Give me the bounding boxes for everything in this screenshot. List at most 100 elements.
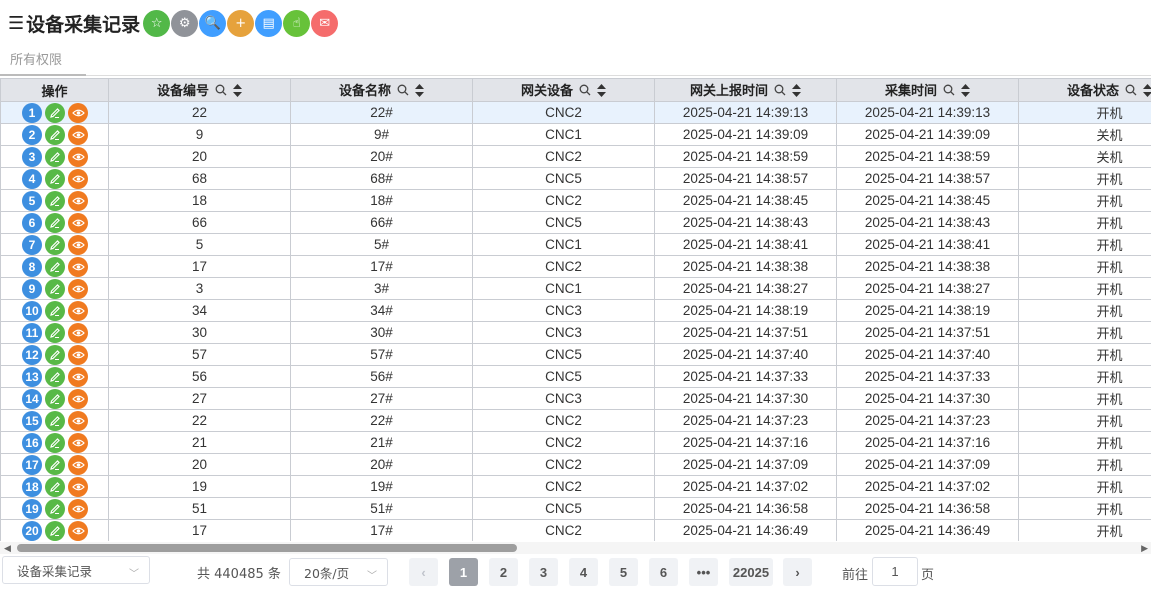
table-row[interactable]: 17 20 20# CNC2 2025-04-21 14:37:09 2025-04-21… xyxy=(0,453,1151,476)
view-button[interactable] xyxy=(68,498,88,519)
search-icon[interactable] xyxy=(774,84,786,100)
table-row[interactable]: 19 51 51# CNC5 2025-04-21 14:36:58 2025-04-21… xyxy=(0,497,1151,520)
edit-button[interactable] xyxy=(45,168,65,189)
table-row[interactable]: 8 17 17# CNC2 2025-04-21 14:38:38 2025-04-21 … xyxy=(0,255,1151,278)
edit-button[interactable] xyxy=(45,388,65,409)
column-header-status[interactable]: 设备状态 xyxy=(1018,78,1151,102)
add-button[interactable]: + xyxy=(227,9,255,37)
scroll-left-icon[interactable]: ◀ xyxy=(4,543,11,554)
view-button[interactable] xyxy=(68,190,88,211)
table-row[interactable]: 12 57 57# CNC5 2025-04-21 14:37:40 2025-04-21… xyxy=(0,343,1151,366)
touch-button[interactable]: ☝ xyxy=(283,9,311,37)
search-icon[interactable] xyxy=(215,84,227,100)
search-icon[interactable] xyxy=(943,84,955,100)
edit-button[interactable] xyxy=(45,432,65,453)
edit-button[interactable] xyxy=(45,102,65,123)
view-button[interactable] xyxy=(68,432,88,453)
table-row[interactable]: 1 22 22# CNC2 2025-04-21 14:39:13 2025-04-21 … xyxy=(0,101,1151,124)
table-row[interactable]: 15 22 22# CNC2 2025-04-21 14:37:23 2025-04-21… xyxy=(0,409,1151,432)
view-button[interactable] xyxy=(68,168,88,189)
edit-button[interactable] xyxy=(45,498,65,519)
view-button[interactable] xyxy=(68,212,88,233)
scroll-right-icon[interactable]: ▶ xyxy=(1141,543,1148,554)
menu-icon[interactable]: ☰ xyxy=(8,13,24,34)
page-button-2[interactable]: 2 xyxy=(489,558,518,586)
export-button[interactable]: ▤ xyxy=(255,9,283,37)
search-icon[interactable] xyxy=(397,84,409,100)
table-row[interactable]: 2 9 9# CNC1 2025-04-21 14:39:09 2025-04-21 14… xyxy=(0,123,1151,146)
view-button[interactable] xyxy=(68,102,88,123)
column-header-gateway[interactable]: 网关设备 xyxy=(472,78,655,102)
table-row[interactable]: 9 3 3# CNC1 2025-04-21 14:38:27 2025-04-21 14… xyxy=(0,277,1151,300)
sort-icon[interactable] xyxy=(961,83,970,100)
more-pages-button[interactable]: ••• xyxy=(689,558,718,586)
page-button-1[interactable]: 1 xyxy=(449,558,478,586)
view-button[interactable] xyxy=(68,124,88,145)
horizontal-scrollbar[interactable]: ◀ ▶ xyxy=(0,542,1151,554)
table-row[interactable]: 7 5 5# CNC1 2025-04-21 14:38:41 2025-04-21 14… xyxy=(0,233,1151,256)
view-button[interactable] xyxy=(68,388,88,409)
sort-icon[interactable] xyxy=(792,83,801,100)
view-button[interactable] xyxy=(68,520,88,541)
edit-button[interactable] xyxy=(45,234,65,255)
prev-page-button[interactable]: ‹ xyxy=(409,558,438,586)
message-button[interactable]: ✉ xyxy=(311,9,339,37)
edit-button[interactable] xyxy=(45,256,65,277)
scrollbar-thumb[interactable] xyxy=(17,544,517,552)
page-button-22025[interactable]: 22025 xyxy=(729,558,773,586)
goto-page-input[interactable] xyxy=(872,557,918,586)
view-button[interactable] xyxy=(68,454,88,475)
edit-button[interactable] xyxy=(45,190,65,211)
view-button[interactable] xyxy=(68,146,88,167)
view-button[interactable] xyxy=(68,322,88,343)
favorite-button[interactable]: ☆ xyxy=(143,9,171,37)
page-button-4[interactable]: 4 xyxy=(569,558,598,586)
view-select[interactable]: 设备采集记录 ﹀ xyxy=(2,556,150,584)
search-button[interactable]: 🔍 xyxy=(199,9,227,37)
view-button[interactable] xyxy=(68,410,88,431)
edit-button[interactable] xyxy=(45,146,65,167)
page-button-6[interactable]: 6 xyxy=(649,558,678,586)
edit-button[interactable] xyxy=(45,366,65,387)
settings-button[interactable]: ⚙ xyxy=(171,9,199,37)
page-size-select[interactable]: 20条/页 ﹀ xyxy=(289,558,388,586)
edit-button[interactable] xyxy=(45,300,65,321)
view-button[interactable] xyxy=(68,234,88,255)
table-row[interactable]: 6 66 66# CNC5 2025-04-21 14:38:43 2025-04-21 … xyxy=(0,211,1151,234)
edit-button[interactable] xyxy=(45,322,65,343)
table-row[interactable]: 20 17 17# CNC2 2025-04-21 14:36:49 2025-04-21… xyxy=(0,519,1151,541)
search-icon[interactable] xyxy=(1125,84,1137,100)
column-header-report-time[interactable]: 网关上报时间 xyxy=(654,78,837,102)
edit-button[interactable] xyxy=(45,278,65,299)
view-button[interactable] xyxy=(68,476,88,497)
column-header-device-name[interactable]: 设备名称 xyxy=(290,78,473,102)
sort-icon[interactable] xyxy=(1143,83,1151,100)
table-row[interactable]: 18 19 19# CNC2 2025-04-21 14:37:02 2025-04-21… xyxy=(0,475,1151,498)
edit-button[interactable] xyxy=(45,476,65,497)
edit-button[interactable] xyxy=(45,520,65,541)
next-page-button[interactable]: › xyxy=(783,558,812,586)
view-button[interactable] xyxy=(68,256,88,277)
edit-button[interactable] xyxy=(45,344,65,365)
table-row[interactable]: 5 18 18# CNC2 2025-04-21 14:38:45 2025-04-21 … xyxy=(0,189,1151,212)
page-button-5[interactable]: 5 xyxy=(609,558,638,586)
view-button[interactable] xyxy=(68,366,88,387)
table-row[interactable]: 14 27 27# CNC3 2025-04-21 14:37:30 2025-04-21… xyxy=(0,387,1151,410)
table-row[interactable]: 10 34 34# CNC3 2025-04-21 14:38:19 2025-04-21… xyxy=(0,299,1151,322)
edit-button[interactable] xyxy=(45,454,65,475)
edit-button[interactable] xyxy=(45,410,65,431)
sort-icon[interactable] xyxy=(597,83,606,100)
sort-icon[interactable] xyxy=(415,83,424,100)
sort-icon[interactable] xyxy=(233,83,242,100)
column-header-device-no[interactable]: 设备编号 xyxy=(108,78,291,102)
table-row[interactable]: 16 21 21# CNC2 2025-04-21 14:37:16 2025-04-21… xyxy=(0,431,1151,454)
edit-button[interactable] xyxy=(45,212,65,233)
view-button[interactable] xyxy=(68,344,88,365)
column-header-collect-time[interactable]: 采集时间 xyxy=(836,78,1019,102)
page-button-3[interactable]: 3 xyxy=(529,558,558,586)
view-button[interactable] xyxy=(68,300,88,321)
table-row[interactable]: 11 30 30# CNC3 2025-04-21 14:37:51 2025-04-21… xyxy=(0,321,1151,344)
search-icon[interactable] xyxy=(579,84,591,100)
edit-button[interactable] xyxy=(45,124,65,145)
table-row[interactable]: 4 68 68# CNC5 2025-04-21 14:38:57 2025-04-21 … xyxy=(0,167,1151,190)
